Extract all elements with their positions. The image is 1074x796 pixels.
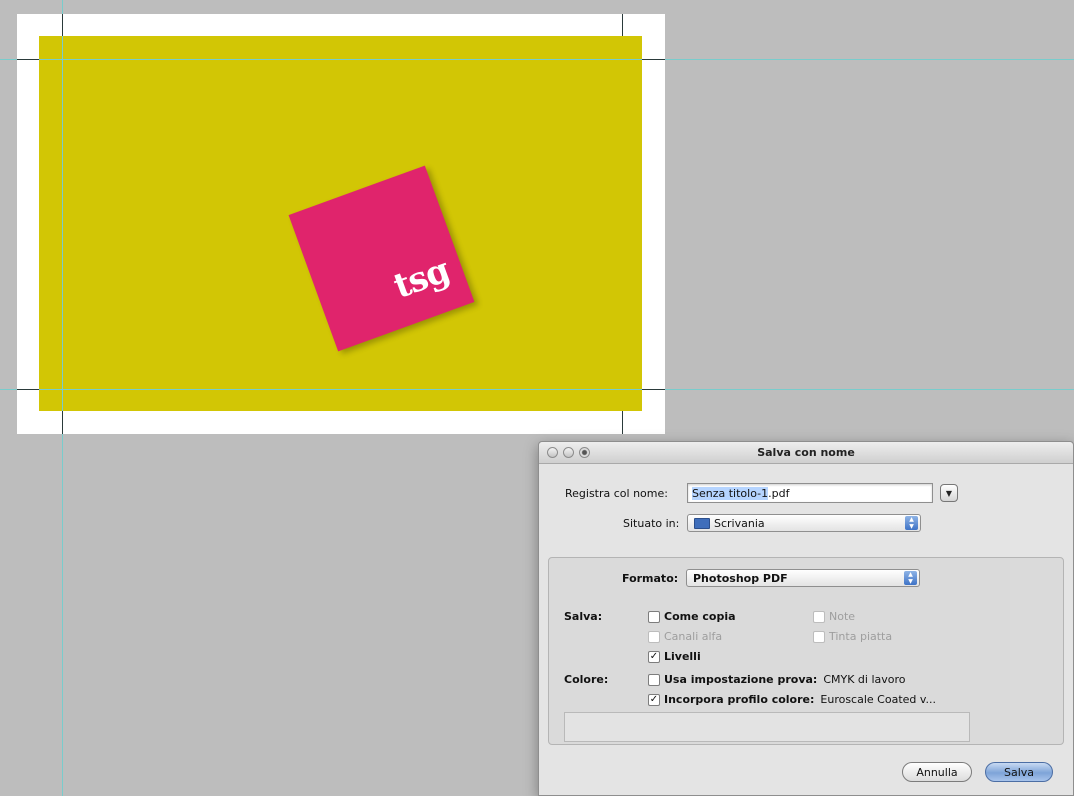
proof-setup-checkbox[interactable] <box>648 673 660 686</box>
crop-mark <box>62 411 63 434</box>
notes-label: Note <box>829 610 856 623</box>
as-copy-checkbox[interactable] <box>648 610 660 623</box>
location-value: Scrivania <box>714 516 765 530</box>
format-value: Photoshop PDF <box>693 571 788 585</box>
crop-mark <box>17 389 39 390</box>
notes-checkbox <box>813 610 825 623</box>
location-popup[interactable]: Scrivania ▲ ▼ <box>687 514 921 532</box>
embed-profile-value: Euroscale Coated v... <box>820 693 937 706</box>
spot-colors-checkbox <box>813 630 825 643</box>
as-copy-label: Come copia <box>664 610 736 623</box>
option-layers[interactable]: ✓ Livelli <box>648 650 701 663</box>
popup-arrows-icon: ▲ ▼ <box>904 571 917 585</box>
save-button[interactable]: Salva <box>985 762 1053 782</box>
dialog-titlebar[interactable]: Salva con nome <box>539 442 1073 464</box>
guide-vertical-left <box>62 0 63 796</box>
alpha-channels-checkbox <box>648 630 660 643</box>
embed-profile-checkbox[interactable]: ✓ <box>648 693 660 706</box>
logo-text: tsg <box>388 250 455 307</box>
tsg-logo: tsg <box>288 165 475 352</box>
guide-horizontal-bottom <box>0 389 1074 390</box>
option-alpha-channels: Canali alfa <box>648 630 722 643</box>
filename-label: Registra col nome: <box>565 486 668 500</box>
layers-label: Livelli <box>664 650 701 663</box>
crop-mark <box>642 59 665 60</box>
format-popup[interactable]: Photoshop PDF ▲ ▼ <box>686 569 920 587</box>
document-canvas: tsg <box>17 14 665 434</box>
chevron-down-icon: ▼ <box>945 488 953 498</box>
option-spot-colors: Tinta piatta <box>813 630 892 643</box>
cancel-button[interactable]: Annulla <box>902 762 972 782</box>
desktop-folder-icon <box>694 517 710 529</box>
save-as-dialog: Salva con nome Registra col nome: Senza … <box>538 441 1074 796</box>
filename-selected-text: Senza titolo-1 <box>692 486 769 500</box>
crop-mark <box>642 389 665 390</box>
layers-checkbox[interactable]: ✓ <box>648 650 660 663</box>
location-label: Situato in: <box>623 516 680 530</box>
crop-mark <box>62 14 63 36</box>
color-section-label: Colore: <box>564 673 609 686</box>
alpha-channels-label: Canali alfa <box>664 630 723 643</box>
option-as-copy[interactable]: Come copia <box>648 610 736 623</box>
crop-mark <box>622 14 623 36</box>
location-row: Situato in: Scrivania ▲ ▼ <box>623 514 921 532</box>
crop-mark <box>622 411 623 434</box>
crop-mark <box>17 59 39 60</box>
format-label: Formato: <box>622 571 679 585</box>
option-notes: Note <box>813 610 855 623</box>
save-options-panel: Formato: Photoshop PDF ▲ ▼ Salva: Come co… <box>548 557 1064 745</box>
guide-horizontal-top <box>0 59 1074 60</box>
filename-input[interactable]: Senza titolo-1 .pdf <box>687 483 933 503</box>
proof-setup-value: CMYK di lavoro <box>823 673 906 686</box>
warning-box <box>564 712 970 742</box>
popup-arrows-icon: ▲ ▼ <box>905 516 918 530</box>
proof-setup-label: Usa impostazione prova: <box>664 673 818 686</box>
dialog-title: Salva con nome <box>757 446 855 459</box>
filename-row: Registra col nome: Senza titolo-1 .pdf ▼ <box>565 483 958 503</box>
option-proof-setup[interactable]: Usa impostazione prova: CMYK di lavoro <box>648 673 906 686</box>
option-embed-profile[interactable]: ✓ Incorpora profilo colore: Euroscale Co… <box>648 693 936 706</box>
embed-profile-label: Incorpora profilo colore: <box>664 693 815 706</box>
expand-browser-button[interactable]: ▼ <box>940 484 958 502</box>
filename-extension: .pdf <box>768 486 790 500</box>
save-section-label: Salva: <box>564 610 603 623</box>
spot-colors-label: Tinta piatta <box>829 630 893 643</box>
format-row: Formato: Photoshop PDF ▲ ▼ <box>622 569 920 587</box>
business-card-artwork: tsg <box>39 36 642 411</box>
